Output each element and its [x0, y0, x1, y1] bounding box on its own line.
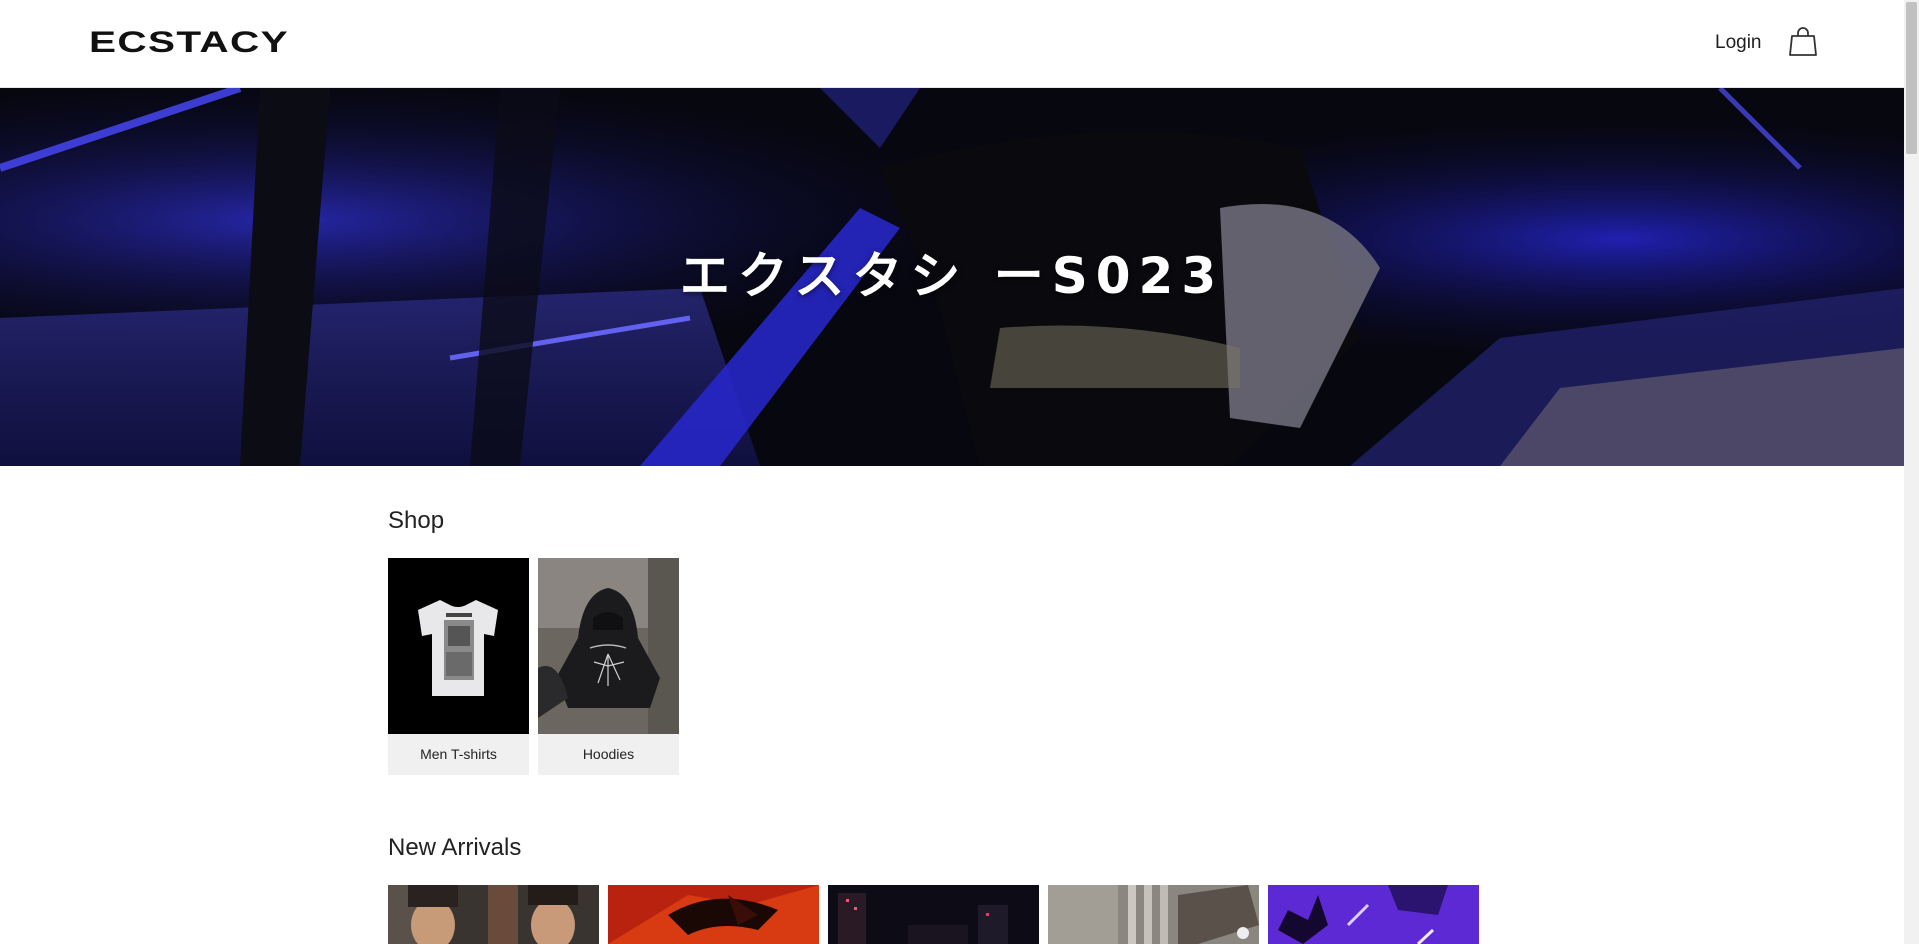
- page: ECSTACY Login エクスタシ ーS023 Shop Men T-shi…: [0, 0, 1904, 944]
- hero-banner: エクスタシ ーS023: [0, 88, 1904, 466]
- men-tshirt-image: [388, 558, 529, 734]
- new-arrival-item[interactable]: [388, 885, 599, 944]
- shop-section-title: Shop: [388, 507, 445, 534]
- hero-title: エクスタシ ーS023: [679, 247, 1225, 305]
- page-scrollbar[interactable]: [1904, 0, 1919, 944]
- new-arrival-item[interactable]: [828, 885, 1039, 944]
- category-label: Men T-shirts: [420, 746, 497, 762]
- login-link[interactable]: Login: [1715, 32, 1762, 54]
- new-arrival-item[interactable]: [1048, 885, 1259, 944]
- category-card-men-tshirts[interactable]: Men T-shirts: [388, 558, 529, 775]
- category-label: Hoodies: [582, 746, 635, 762]
- shopping-bag-icon[interactable]: [1789, 27, 1817, 57]
- scrollbar-thumb[interactable]: [1906, 2, 1917, 154]
- site-header: ECSTACY Login: [0, 0, 1904, 88]
- category-card-hoodies[interactable]: Hoodies: [538, 558, 679, 775]
- site-logo[interactable]: ECSTACY: [89, 28, 289, 58]
- new-arrival-item[interactable]: [1268, 885, 1479, 944]
- new-arrivals-section-title: New Arrivals: [388, 834, 522, 861]
- hoodie-image: [538, 558, 679, 734]
- new-arrival-item[interactable]: [608, 885, 819, 944]
